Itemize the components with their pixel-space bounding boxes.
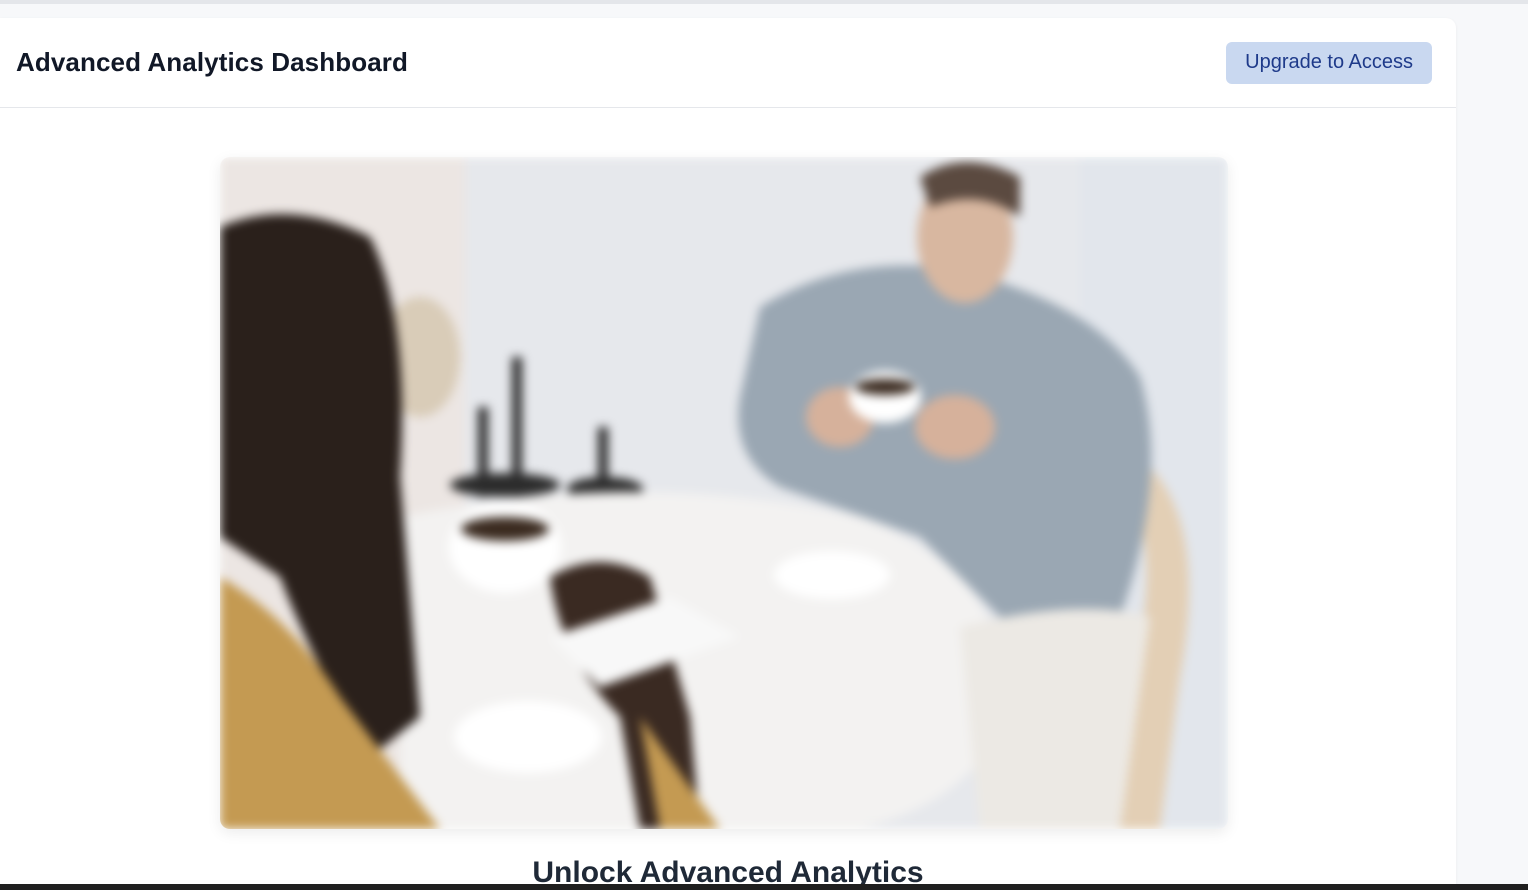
page-title: Advanced Analytics Dashboard: [16, 47, 408, 77]
bottom-bar: [0, 884, 1528, 890]
dashboard-card: Advanced Analytics Dashboard Upgrade to …: [0, 18, 1456, 890]
browser-top-strip: [0, 0, 1528, 4]
upgrade-button[interactable]: Upgrade to Access: [1226, 41, 1432, 84]
hero-image: [220, 157, 1228, 829]
card-header: Advanced Analytics Dashboard Upgrade to …: [0, 18, 1456, 108]
blurred-photo-icon: [220, 157, 1228, 829]
